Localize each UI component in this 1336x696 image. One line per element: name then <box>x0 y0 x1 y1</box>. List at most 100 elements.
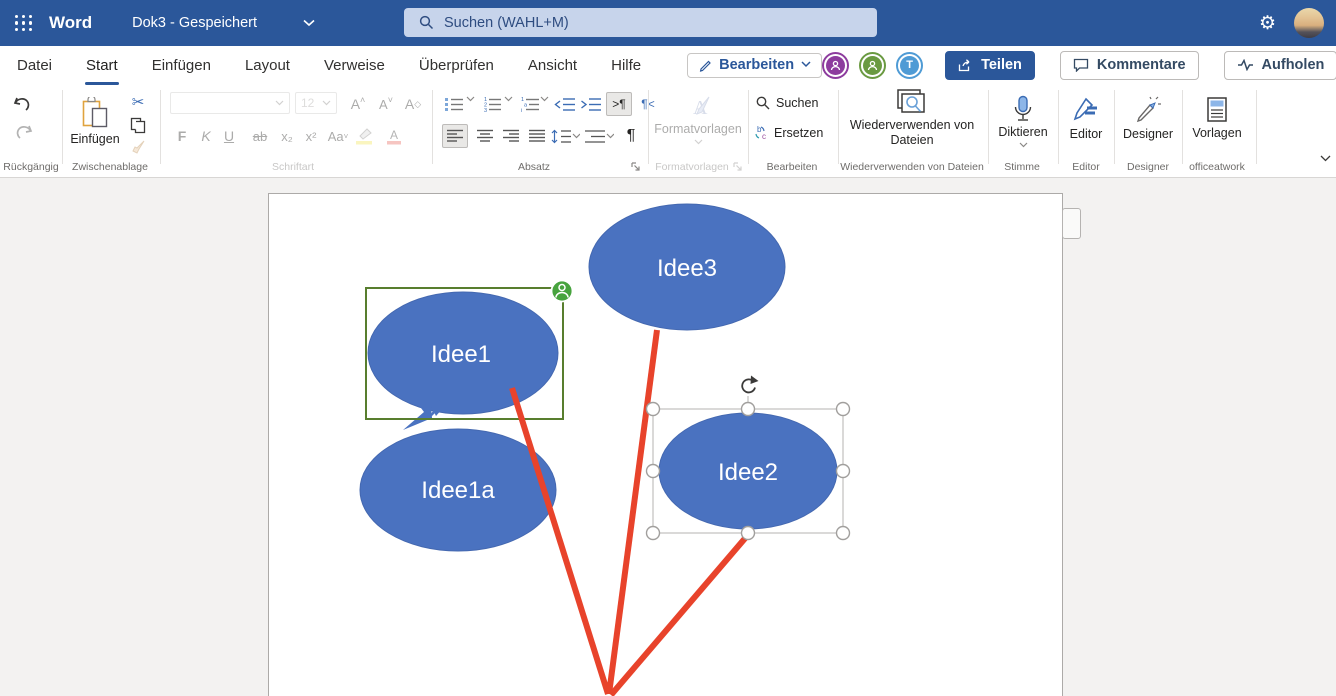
font-size-combobox: 12 <box>295 92 337 114</box>
document-page[interactable] <box>268 193 1063 696</box>
justify-icon <box>528 129 546 143</box>
group-label-clipboard: Zwischenablage <box>72 161 148 173</box>
numbered-list-chevron[interactable] <box>504 96 513 102</box>
italic-button: K <box>196 126 216 146</box>
tab-ansicht[interactable]: Ansicht <box>528 53 577 78</box>
app-name: Word <box>49 13 92 33</box>
group-label-reuse: Wiederverwenden von Dateien <box>840 161 984 173</box>
editor-button[interactable]: Editor <box>1062 88 1110 148</box>
app-launcher-waffle-icon[interactable] <box>15 15 32 32</box>
copy-icon <box>130 117 147 134</box>
paste-button[interactable]: Einfügen <box>66 90 124 152</box>
paintbrush-icon <box>130 140 147 155</box>
indent-icon <box>584 129 605 144</box>
align-center-button[interactable] <box>472 124 498 148</box>
collapse-ribbon-chevron[interactable] <box>1316 150 1334 166</box>
paragraph-indent-button[interactable] <box>584 124 614 148</box>
comment-indicator-tab[interactable] <box>1062 208 1081 239</box>
group-label-designer: Designer <box>1127 161 1169 173</box>
align-left-icon <box>446 129 464 143</box>
coauthor-avatar-green[interactable] <box>859 52 886 79</box>
group-label-editor: Editor <box>1072 161 1099 173</box>
user-avatar[interactable] <box>1294 8 1324 38</box>
pen-icon <box>698 58 712 72</box>
clear-formatting-button: A◇ <box>400 94 426 114</box>
group-label-undo: Rückgängig <box>3 161 58 173</box>
paragraph-dialog-launcher-icon[interactable] <box>630 161 641 172</box>
tab-layout[interactable]: Layout <box>245 53 290 78</box>
search-icon <box>419 15 434 30</box>
styles-dialog-launcher-icon <box>732 161 743 172</box>
multilevel-list-icon: 1 a i <box>520 96 540 112</box>
change-case-button: Aa˅ <box>325 126 351 146</box>
increase-indent-button[interactable] <box>578 94 604 114</box>
clipboard-paste-icon <box>80 97 110 129</box>
redo-button <box>10 120 36 144</box>
presence-initial: T <box>906 59 913 71</box>
template-document-icon <box>1204 96 1230 124</box>
tab-datei[interactable]: Datei <box>17 53 52 78</box>
share-icon <box>958 59 973 72</box>
align-right-button[interactable] <box>498 124 524 148</box>
person-icon <box>867 60 878 71</box>
group-label-paragraph: Absatz <box>518 161 550 173</box>
bullet-list-chevron[interactable] <box>466 96 475 102</box>
templates-button[interactable]: Vorlagen <box>1186 88 1248 148</box>
tab-verweise[interactable]: Verweise <box>324 53 385 78</box>
coauthor-avatar-purple[interactable] <box>822 52 849 79</box>
group-label-styles: Formatvorlagen <box>655 161 729 173</box>
editor-pen-icon <box>1072 96 1100 124</box>
copy-button[interactable] <box>127 115 149 135</box>
settings-gear-icon[interactable]: ⚙ <box>1259 14 1276 33</box>
presence-avatars: T <box>822 52 923 79</box>
line-spacing-button[interactable] <box>550 124 580 148</box>
cut-button[interactable]: ✂ <box>127 92 149 112</box>
numbered-list-button[interactable]: 1 2 3 <box>480 94 504 114</box>
align-center-icon <box>476 129 494 143</box>
tab-einfuegen[interactable]: Einfügen <box>152 53 211 78</box>
reuse-files-icon <box>896 88 928 116</box>
bullet-list-button[interactable] <box>442 94 466 114</box>
designer-button[interactable]: Designer <box>1118 88 1178 148</box>
search-icon <box>756 96 770 110</box>
catch-up-button[interactable]: Aufholen <box>1224 51 1336 80</box>
font-color-icon: A <box>386 128 402 145</box>
decrease-indent-button[interactable] <box>552 94 578 114</box>
microphone-icon <box>1012 95 1034 123</box>
editing-mode-dropdown[interactable]: Bearbeiten <box>687 53 822 78</box>
multilevel-list-button[interactable]: 1 a i <box>518 94 542 114</box>
group-label-officeatwork: officeatwork <box>1189 161 1245 173</box>
bold-button: F <box>172 126 192 146</box>
tab-ueberpruefen[interactable]: Überprüfen <box>419 53 494 78</box>
tab-start[interactable]: Start <box>86 53 118 78</box>
justify-button[interactable] <box>524 124 550 148</box>
align-left-button[interactable] <box>442 124 468 148</box>
share-button[interactable]: Teilen <box>945 51 1035 80</box>
app-top-bar: Word Dok3 - Gespeichert Suchen (WAHL+M) … <box>0 0 1336 46</box>
dictate-button[interactable]: Diktieren <box>992 88 1054 154</box>
decrease-indent-icon <box>554 97 576 112</box>
replace-button[interactable]: b c Ersetzen <box>752 125 823 140</box>
undo-button[interactable] <box>10 92 36 116</box>
shrink-font-button: A˅ <box>374 94 398 114</box>
chevron-down-icon <box>801 61 811 68</box>
format-painter-button <box>127 137 149 157</box>
reuse-files-button[interactable]: Wiederverwenden von Dateien <box>838 88 986 148</box>
chevron-down-icon <box>275 100 284 106</box>
show-paragraph-marks-button[interactable]: ¶ <box>620 124 642 148</box>
ltr-direction-button[interactable]: >¶ <box>606 92 632 116</box>
font-name-combobox <box>170 92 290 114</box>
coauthor-avatar-t[interactable]: T <box>896 52 923 79</box>
numbered-list-icon: 1 2 3 <box>482 96 502 112</box>
multilevel-list-chevron[interactable] <box>540 96 549 102</box>
designer-wand-icon <box>1134 96 1162 124</box>
tab-hilfe[interactable]: Hilfe <box>611 53 641 78</box>
increase-indent-icon <box>580 97 602 112</box>
document-title[interactable]: Dok3 - Gespeichert <box>132 15 315 31</box>
group-label-editing: Bearbeiten <box>767 161 818 173</box>
search-input[interactable]: Suchen (WAHL+M) <box>404 8 877 37</box>
find-button[interactable]: Suchen <box>756 96 818 110</box>
font-color-button: A <box>382 126 406 146</box>
grow-font-button: A˄ <box>346 94 370 114</box>
comments-button[interactable]: Kommentare <box>1060 51 1199 80</box>
